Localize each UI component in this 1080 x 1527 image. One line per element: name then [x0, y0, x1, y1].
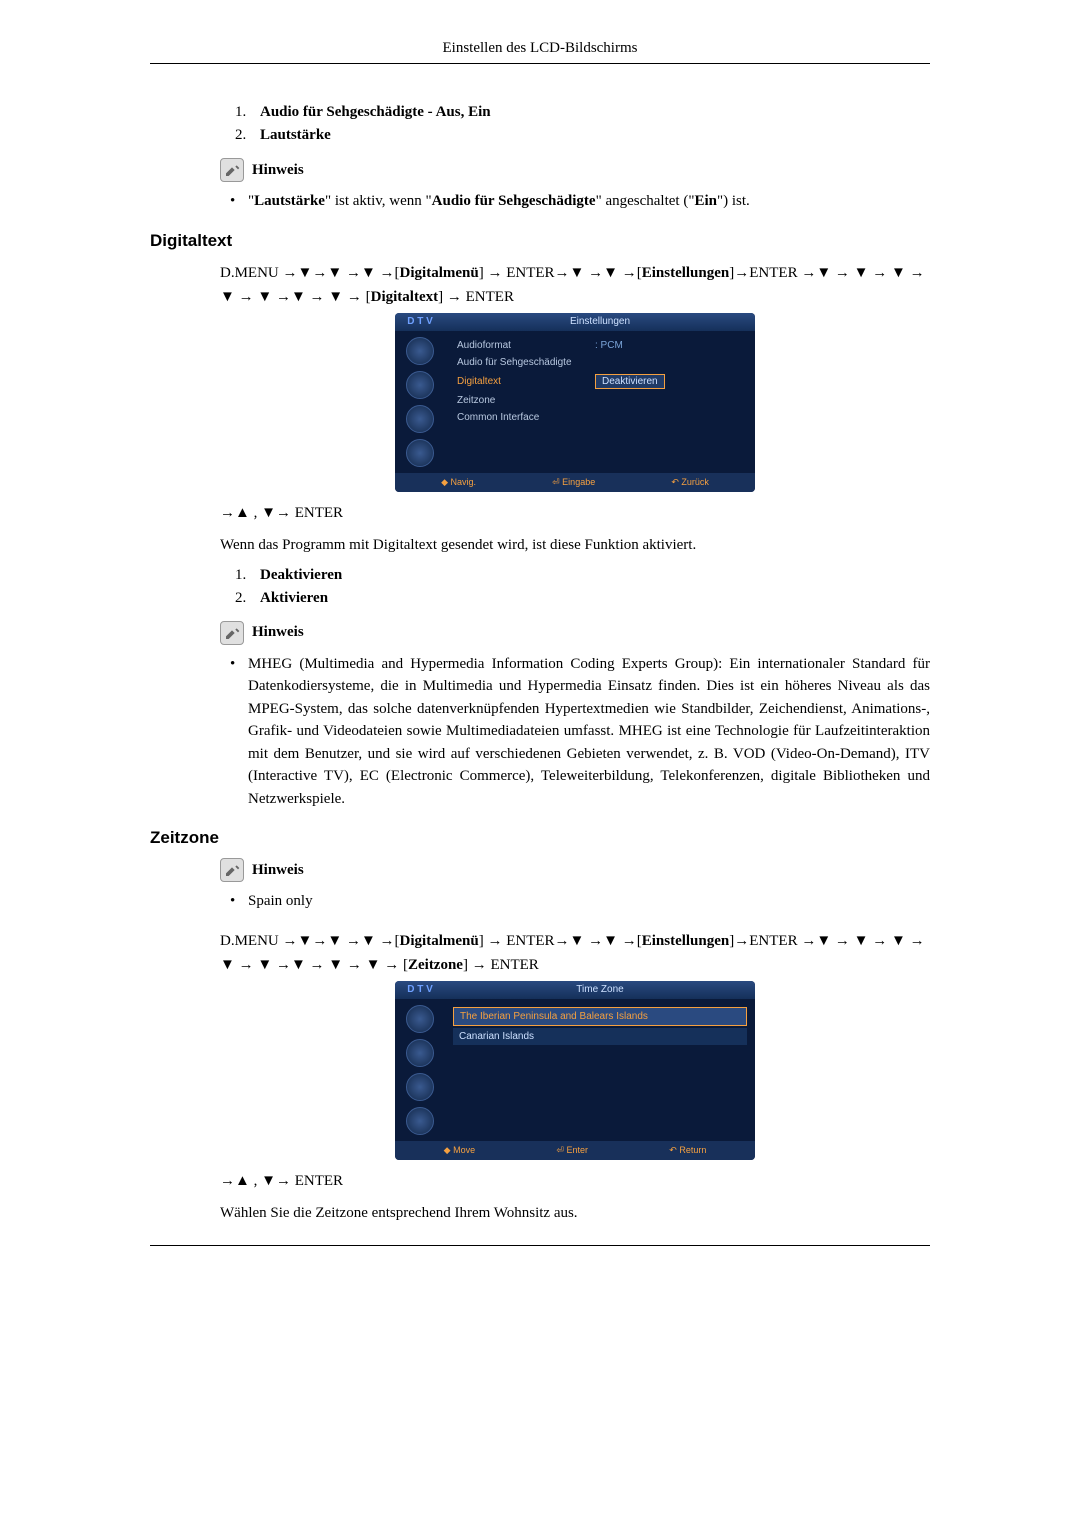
list-item: Aktivieren — [250, 590, 930, 607]
timezone-option: Canarian Islands — [453, 1028, 747, 1045]
nav-path: D.MENU →▼→▼ →▼ →[Digitalmenü] → ENTER→▼ … — [220, 261, 930, 309]
pencil-note-icon — [220, 621, 244, 645]
menu-value: : PCM — [595, 340, 623, 351]
list-item: MHEG (Multimedia and Hypermedia Informat… — [220, 653, 930, 811]
section-zeitzone: Zeitzone — [150, 828, 930, 848]
enter-hint: ⏎ Eingabe — [552, 477, 595, 488]
menu-selected-value: Deaktivieren — [595, 374, 665, 389]
page-header: Einstellen des LCD-Bildschirms — [150, 40, 930, 59]
pencil-note-icon — [220, 858, 244, 882]
list-item: Deaktivieren — [250, 567, 930, 584]
menu-title: Time Zone — [445, 984, 755, 995]
tv-menu-timezone: D T V Time Zone The Iberian Peninsula an… — [395, 981, 755, 1160]
dtv-label: D T V — [395, 984, 445, 995]
globe-icon — [406, 337, 434, 365]
nav-path: →▲ , ▼→ ENTER — [220, 502, 930, 525]
menu-item-zeitzone: Zeitzone — [457, 395, 587, 406]
menu-item-audio-desc: Audio für Sehgeschädigte — [457, 357, 572, 368]
epg-icon — [406, 371, 434, 399]
hint-label: Hinweis — [252, 862, 304, 879]
nav-hint: ◆ Navig. — [441, 477, 476, 488]
timezone-option-selected: The Iberian Peninsula and Balears Island… — [453, 1007, 747, 1026]
list-item: "Lautstärke" ist aktiv, wenn "Audio für … — [220, 190, 930, 213]
enter-hint: ⏎ Enter — [556, 1145, 588, 1156]
description: Wählen Sie die Zeitzone entsprechend Ihr… — [220, 1202, 930, 1225]
hint-block: Hinweis — [220, 621, 930, 645]
dtv-label: D T V — [395, 316, 445, 327]
list-item: Spain only — [220, 890, 930, 913]
nav-path: →▲ , ▼→ ENTER — [220, 1170, 930, 1193]
hint-block: Hinweis — [220, 158, 930, 182]
gear-icon — [406, 1073, 434, 1101]
list-item: Lautstärke — [250, 127, 930, 144]
return-hint: ↶ Zurück — [671, 477, 709, 488]
menu-item-audioformat: Audioformat — [457, 340, 587, 351]
epg-icon — [406, 1039, 434, 1067]
hint-block: Hinweis — [220, 858, 930, 882]
language-icon — [406, 1107, 434, 1135]
options-list: Deaktivieren Aktivieren — [250, 567, 930, 607]
tv-menu-einstellungen: D T V Einstellungen Audioformat : PCM Aud… — [395, 313, 755, 492]
gear-icon — [406, 405, 434, 433]
description: Wenn das Programm mit Digitaltext gesend… — [220, 534, 930, 557]
nav-hint: ◆ Move — [444, 1145, 475, 1156]
language-icon — [406, 439, 434, 467]
nav-path: D.MENU →▼→▼ →▼ →[Digitalmenü] → ENTER→▼ … — [220, 929, 930, 977]
menu-title: Einstellungen — [445, 316, 755, 327]
menu-item-ci: Common Interface — [457, 412, 587, 423]
list-item: Audio für Sehgeschädigte - Aus, Ein — [250, 104, 930, 121]
section-digitaltext: Digitaltext — [150, 231, 930, 251]
hint-label: Hinweis — [252, 162, 304, 179]
hint-label: Hinweis — [252, 624, 304, 641]
return-hint: ↶ Return — [669, 1145, 706, 1156]
footer-rule — [150, 1245, 930, 1246]
pencil-note-icon — [220, 158, 244, 182]
globe-icon — [406, 1005, 434, 1033]
intro-list: Audio für Sehgeschädigte - Aus, Ein Laut… — [250, 104, 930, 144]
menu-item-digitaltext: Digitaltext — [457, 376, 587, 387]
